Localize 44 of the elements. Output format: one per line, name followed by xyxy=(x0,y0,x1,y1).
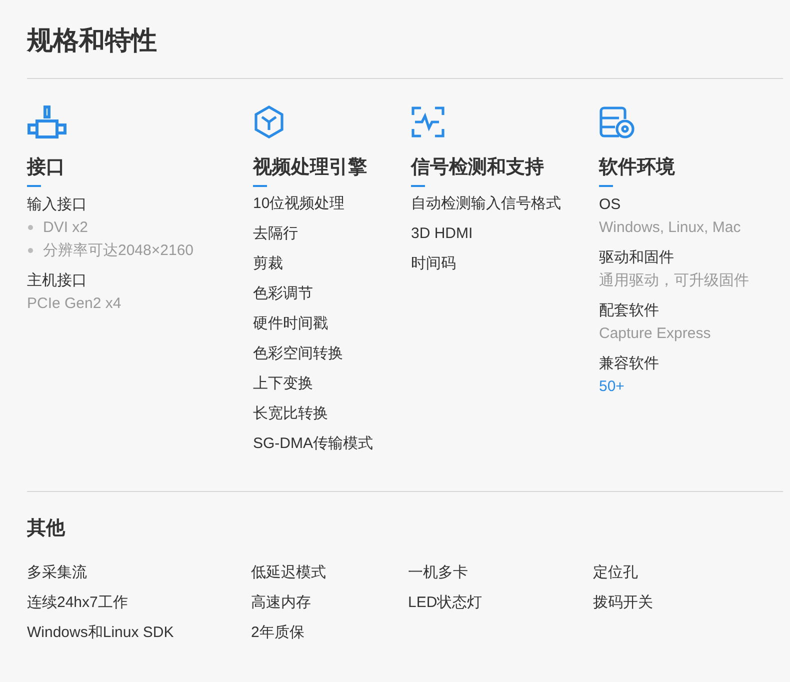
bullet-dot xyxy=(28,248,33,253)
spec-label: 兼容软件 xyxy=(599,354,660,374)
feature-item: 高速内存 xyxy=(251,593,312,613)
feature-item: 硬件时间戳 xyxy=(253,314,329,334)
spec-label: OS xyxy=(599,195,622,215)
feature-title: 信号检测和支持 xyxy=(411,156,545,180)
feature-item: 拨码开关 xyxy=(593,593,654,613)
feature-item: 多采集流 xyxy=(27,563,88,583)
connector-icon xyxy=(27,105,67,139)
feature-item: 3D HDMI xyxy=(411,224,474,244)
feature-item: 色彩调节 xyxy=(253,284,314,304)
feature-item: 上下变换 xyxy=(253,374,314,394)
spec-value: PCIe Gen2 x4 xyxy=(27,294,122,314)
feature-title: 接口 xyxy=(27,156,66,180)
spec-value: DVI x2 xyxy=(43,218,88,238)
feature-item: Windows和Linux SDK xyxy=(27,623,175,643)
feature-item: 10位视频处理 xyxy=(253,194,346,214)
feature-item: LED状态灯 xyxy=(408,593,484,613)
spec-value: Capture Express xyxy=(599,324,712,344)
spec-value: Windows, Linux, Mac xyxy=(599,218,742,238)
feature-item: 时间码 xyxy=(411,254,457,274)
feature-item: 去隔行 xyxy=(253,224,299,244)
feature-item: 长宽比转换 xyxy=(253,404,329,424)
feature-item: 2年质保 xyxy=(251,623,306,643)
section-subtitle: 其他 xyxy=(27,517,66,541)
feature-item: 自动检测输入信号格式 xyxy=(411,194,562,214)
feature-item: 连续24hx7工作 xyxy=(27,593,129,613)
feature-item: SG-DMA传输模式 xyxy=(253,434,374,454)
spec-link[interactable]: 50+ xyxy=(599,375,624,398)
bullet-dot xyxy=(28,225,33,230)
feature-item: 一机多卡 xyxy=(408,563,469,583)
spec-value: 通用驱动，可升级固件 xyxy=(599,271,750,291)
spec-value: 分辨率可达2048×2160 xyxy=(43,241,194,261)
feature-item: 低延迟模式 xyxy=(251,563,327,583)
feature-item: 定位孔 xyxy=(593,563,639,583)
feature-item: 色彩空间转换 xyxy=(253,344,344,364)
spec-label: 输入接口 xyxy=(27,195,88,215)
spec-label: 驱动和固件 xyxy=(599,248,675,268)
section-title: 规格和特性 xyxy=(27,24,158,57)
feature-title: 视频处理引擎 xyxy=(253,156,368,180)
feature-item: 剪裁 xyxy=(253,254,284,274)
spec-label: 配套软件 xyxy=(599,301,660,321)
feature-title: 软件环境 xyxy=(599,156,676,180)
spec-label: 主机接口 xyxy=(27,271,88,291)
